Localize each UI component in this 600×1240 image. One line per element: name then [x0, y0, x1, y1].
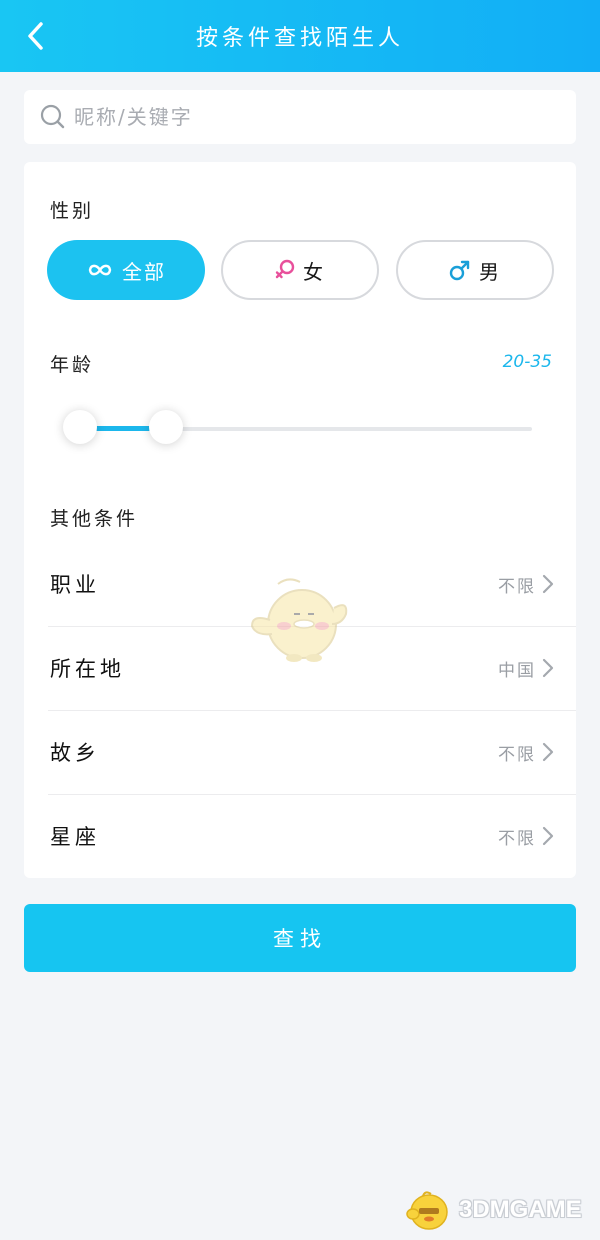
- age-slider-min-thumb[interactable]: [63, 410, 97, 444]
- chevron-right-icon: [542, 742, 554, 762]
- watermark-logo: 3DMGAME: [405, 1188, 582, 1232]
- chick-logo-icon: [406, 1191, 448, 1230]
- filter-row-label: 星座: [50, 825, 100, 849]
- chevron-right-icon: [542, 574, 554, 594]
- watermark-text: 3DMGAME: [459, 1196, 582, 1223]
- other-conditions-label: 其他条件: [50, 508, 139, 530]
- filter-row-constellation[interactable]: 星座 不限: [48, 794, 576, 878]
- gender-label: 性别: [50, 200, 95, 222]
- gender-option-male-label: 男: [479, 259, 501, 284]
- filter-card: 性别 全部 女 男 年龄 20-35 其他条件 职业 不限 所在地 中国 故乡 …: [24, 162, 576, 878]
- filter-row-hometown[interactable]: 故乡 不限: [48, 710, 576, 794]
- mascot-watermark-icon: [250, 578, 348, 662]
- page-title: 按条件查找陌生人: [195, 26, 404, 51]
- age-range-value: 20-35: [502, 352, 552, 372]
- gender-option-female[interactable]: 女: [221, 240, 379, 300]
- gender-option-all[interactable]: 全部: [47, 240, 205, 300]
- filter-row-value: 不限: [498, 828, 536, 849]
- filter-row-value: 不限: [498, 576, 536, 597]
- male-icon: [449, 259, 471, 281]
- filter-row-label: 所在地: [50, 657, 125, 681]
- chevron-left-icon: [28, 22, 43, 50]
- gender-option-female-label: 女: [303, 259, 325, 284]
- female-icon: [275, 259, 295, 281]
- age-label: 年龄: [50, 354, 95, 376]
- age-slider-max-thumb[interactable]: [149, 410, 183, 444]
- gender-option-male[interactable]: 男: [396, 240, 554, 300]
- search-box[interactable]: [24, 90, 576, 144]
- filter-row-value: 不限: [498, 744, 536, 765]
- search-icon: [40, 104, 65, 129]
- filter-row-value: 中国: [498, 660, 536, 681]
- chevron-right-icon: [542, 658, 554, 678]
- back-button[interactable]: [16, 16, 56, 56]
- gender-option-all-label: 全部: [122, 259, 166, 284]
- chevron-right-icon: [542, 826, 554, 846]
- filter-row-label: 职业: [50, 573, 100, 597]
- search-input[interactable]: [74, 105, 554, 129]
- infinity-icon: [86, 262, 114, 278]
- filter-row-label: 故乡: [50, 741, 100, 765]
- search-submit-button[interactable]: 查找: [24, 904, 576, 972]
- header-bar: 按条件查找陌生人: [0, 0, 600, 72]
